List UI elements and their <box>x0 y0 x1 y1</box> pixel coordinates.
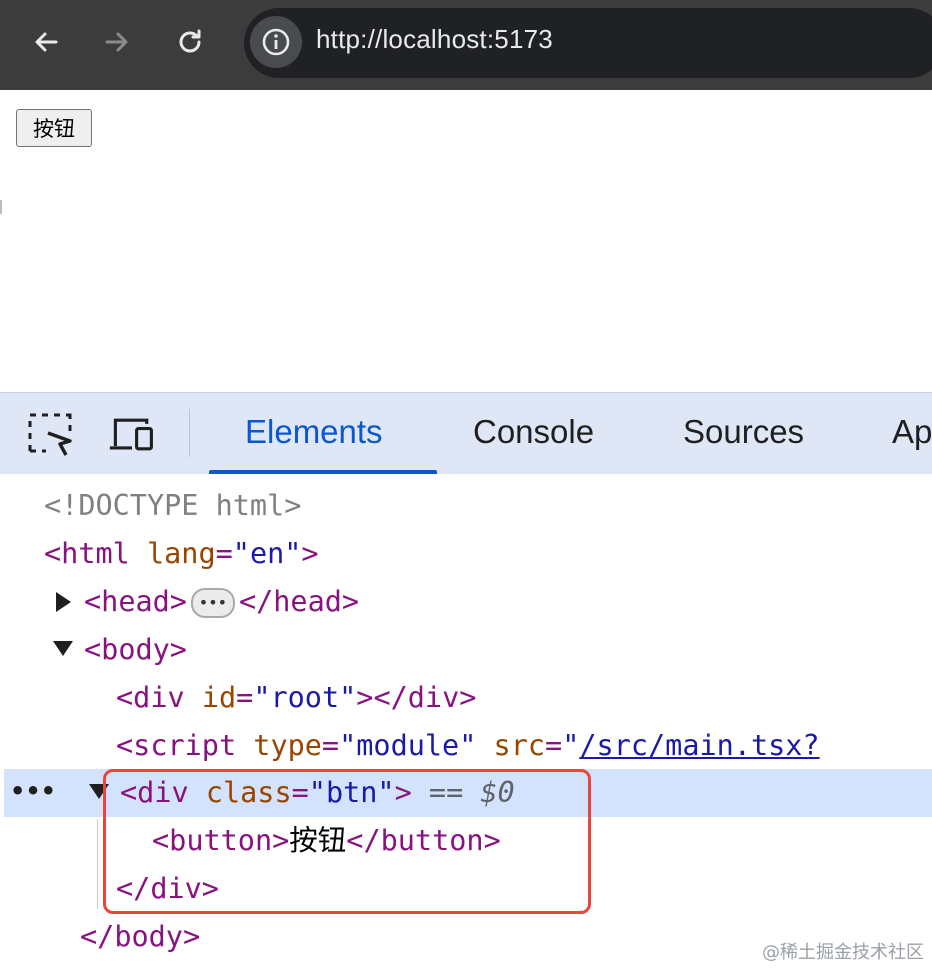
quote-mark: " <box>562 729 580 762</box>
forward-button[interactable] <box>97 22 137 62</box>
row-actions-dots[interactable]: ••• <box>10 769 56 817</box>
attr-name: type <box>253 729 322 762</box>
attr-name: src <box>493 729 546 762</box>
body-close-tag: </body> <box>80 920 201 953</box>
equals-sign: = <box>236 681 254 714</box>
script-tag: <script <box>116 729 237 762</box>
src-link[interactable]: /src/main.tsx? <box>579 729 819 762</box>
site-info-button[interactable] <box>250 16 302 68</box>
info-circle-icon <box>262 28 290 56</box>
tag-end: > <box>301 537 319 570</box>
collapse-triangle-icon[interactable] <box>52 639 74 657</box>
head-close-tag: </head> <box>238 585 360 618</box>
doctype-text: <!DOCTYPE html> <box>44 489 302 522</box>
tab-console[interactable]: Console <box>473 413 594 451</box>
device-toolbar-icon[interactable] <box>108 411 156 459</box>
html-tag: <html <box>44 537 130 570</box>
attr-value: "en" <box>232 537 302 570</box>
scrollbar-edge <box>0 200 2 214</box>
div-close-tag: </div> <box>373 681 477 714</box>
page-button[interactable]: 按钮 <box>16 109 92 147</box>
dom-line-html[interactable]: <html lang="en"> <box>44 530 319 578</box>
dom-line-script[interactable]: <script type="module" src="/src/main.tsx… <box>116 722 820 770</box>
equals-sign: = <box>321 729 340 762</box>
reload-icon <box>179 29 201 53</box>
elements-dom-tree: <!DOCTYPE html> <html lang="en"> <head> •… <box>0 474 932 970</box>
equals-sign: = <box>215 537 233 570</box>
inspect-element-icon[interactable] <box>26 411 74 459</box>
arrow-right-icon <box>105 32 128 52</box>
dom-line-body[interactable]: <body> <box>84 626 187 674</box>
attr-value: "root" <box>253 681 357 714</box>
tab-sources[interactable]: Sources <box>683 413 804 451</box>
dom-line-div-root[interactable]: <div id="root"></div> <box>116 674 476 722</box>
dom-line-doctype[interactable]: <!DOCTYPE html> <box>44 482 301 530</box>
head-tag: <head> <box>84 585 187 618</box>
div-tag: <div <box>116 681 185 714</box>
highlight-annotation-box <box>103 769 591 914</box>
attr-value: "module" <box>339 729 477 762</box>
expand-triangle-icon[interactable] <box>54 591 72 613</box>
body-tag: <body> <box>84 633 187 666</box>
tab-elements[interactable]: Elements <box>245 413 383 451</box>
dom-line-head[interactable]: <head> ••• </head> <box>84 578 359 626</box>
arrow-left-icon <box>35 32 58 52</box>
attr-name: id <box>201 681 237 714</box>
attr-name: lang <box>146 537 216 570</box>
devtools-toolbar: Elements Console Sources Ap <box>0 392 932 474</box>
indent-guide <box>97 819 98 909</box>
tag-end: > <box>356 681 374 714</box>
watermark: @稀土掘金技术社区 <box>762 942 924 963</box>
reload-button[interactable] <box>170 22 210 62</box>
browser-toolbar: http://localhost:5173 <box>0 0 932 90</box>
ellipsis-pill[interactable]: ••• <box>190 588 235 618</box>
toolbar-separator <box>189 409 190 457</box>
equals-sign: = <box>545 729 563 762</box>
back-button[interactable] <box>26 22 66 62</box>
dom-line-body-close[interactable]: </body> <box>80 913 200 961</box>
url-text[interactable]: http://localhost:5173 <box>316 24 553 55</box>
tab-application[interactable]: Ap <box>892 413 932 451</box>
